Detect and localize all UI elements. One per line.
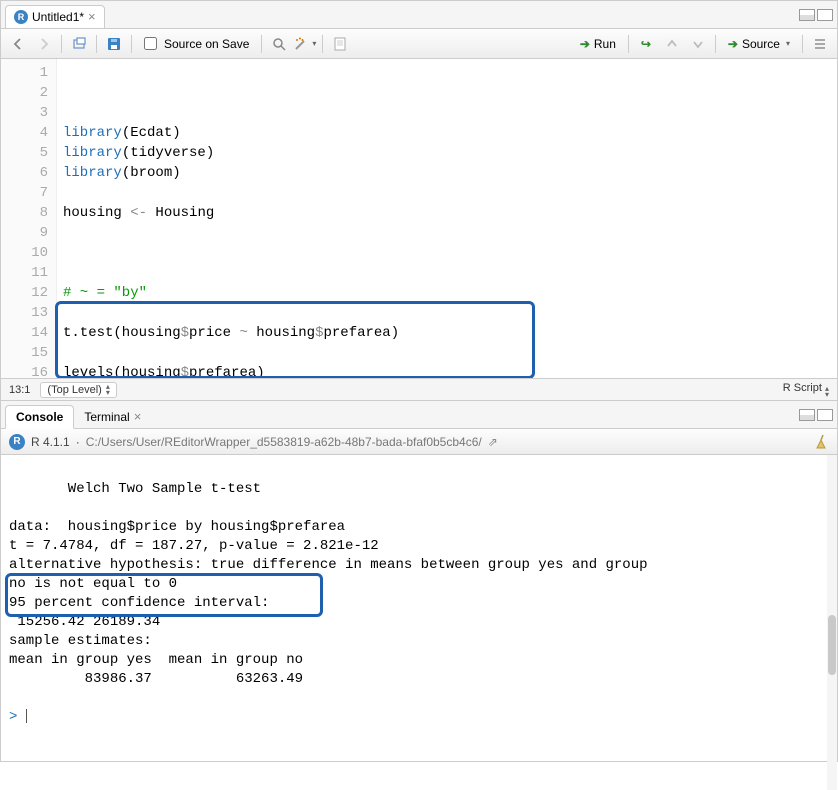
updown-icon: ▴▾ (106, 384, 110, 396)
rerun-button[interactable]: ↪ (635, 33, 657, 55)
source-on-save-toggle[interactable]: Source on Save (138, 33, 255, 55)
scope-selector[interactable]: (Top Level) ▴▾ (40, 382, 116, 398)
maximize-console-button[interactable] (817, 409, 833, 421)
console-pane: Console Terminal × R R 4.1.1 · C:/Users/… (1, 401, 837, 790)
working-dir-label: C:/Users/User/REditorWrapper_d5583819-a6… (86, 435, 482, 449)
console-pane-controls (799, 409, 833, 421)
editor-tab-title: Untitled1* (32, 10, 84, 24)
file-type-label: R Script (783, 382, 822, 394)
r-version-label: R 4.1.1 (31, 435, 70, 449)
editor-tab-untitled[interactable]: R Untitled1* × (5, 5, 105, 29)
dot-separator: · (76, 435, 80, 449)
back-button[interactable] (7, 33, 29, 55)
find-replace-button[interactable] (268, 33, 290, 55)
file-type-selector[interactable]: R Script ▴▾ (783, 382, 829, 398)
editor-toolbar: Source on Save ▾ ➔ Run ↪ ➔ Source ▾ (1, 29, 837, 59)
cursor-position: 13:1 (9, 384, 30, 396)
clear-console-icon[interactable] (813, 434, 829, 450)
editor-pane-controls (799, 9, 833, 21)
editor-pane: R Untitled1* × Source on Save ▾ ➔ Run (1, 1, 837, 401)
code-content[interactable]: library(Ecdat)library(tidyverse)library(… (57, 59, 837, 378)
source-button[interactable]: ➔ Source ▾ (722, 33, 796, 55)
minimize-console-button[interactable] (799, 409, 815, 421)
maximize-pane-button[interactable] (817, 9, 833, 21)
terminal-tab-label: Terminal (84, 410, 129, 424)
r-file-icon: R (14, 10, 28, 24)
forward-button[interactable] (33, 33, 55, 55)
source-on-save-label: Source on Save (164, 37, 249, 51)
annotation-highlight-console (5, 573, 323, 617)
run-arrow-icon: ➔ (580, 37, 590, 51)
minimize-pane-button[interactable] (799, 9, 815, 21)
updown-icon: ▴▾ (825, 386, 829, 398)
outline-button[interactable] (809, 33, 831, 55)
close-tab-icon[interactable]: × (88, 9, 96, 24)
code-editor[interactable]: 12345678910111213141516 library(Ecdat)li… (1, 59, 837, 378)
terminal-tab[interactable]: Terminal × (74, 405, 151, 429)
line-gutter: 12345678910111213141516 (1, 59, 57, 378)
scrollbar-track[interactable] (827, 455, 837, 790)
console-prompt: > (9, 709, 17, 725)
text-cursor (26, 709, 27, 723)
source-arrow-icon: ➔ (728, 37, 738, 51)
scrollbar-thumb[interactable] (828, 615, 836, 675)
save-button[interactable] (103, 33, 125, 55)
show-in-new-window-button[interactable] (68, 33, 90, 55)
close-terminal-icon[interactable]: × (134, 409, 142, 424)
console-header: R R 4.1.1 · C:/Users/User/REditorWrapper… (1, 429, 837, 455)
scope-label: (Top Level) (47, 384, 101, 396)
go-prev-section-button[interactable] (661, 33, 683, 55)
go-next-section-button[interactable] (687, 33, 709, 55)
goto-dir-icon[interactable]: ⇗ (488, 435, 498, 449)
source-label: Source (742, 37, 780, 51)
console-output[interactable]: Welch Two Sample t-test data: housing$pr… (1, 455, 837, 790)
console-tab-label: Console (16, 410, 63, 424)
editor-tab-bar: R Untitled1* × (1, 1, 837, 29)
chevron-down-icon: ▾ (786, 39, 790, 48)
console-tab[interactable]: Console (5, 405, 74, 429)
run-button[interactable]: ➔ Run (574, 33, 622, 55)
annotation-highlight-editor (55, 301, 535, 378)
run-label: Run (594, 37, 616, 51)
console-tab-bar: Console Terminal × (1, 401, 837, 429)
editor-status-bar: 13:1 (Top Level) ▴▾ R Script ▴▾ (1, 378, 837, 400)
code-tools-button[interactable]: ▾ (294, 33, 316, 55)
r-logo-icon: R (9, 434, 25, 450)
source-on-save-checkbox[interactable] (144, 37, 157, 50)
compile-report-button[interactable] (329, 33, 351, 55)
